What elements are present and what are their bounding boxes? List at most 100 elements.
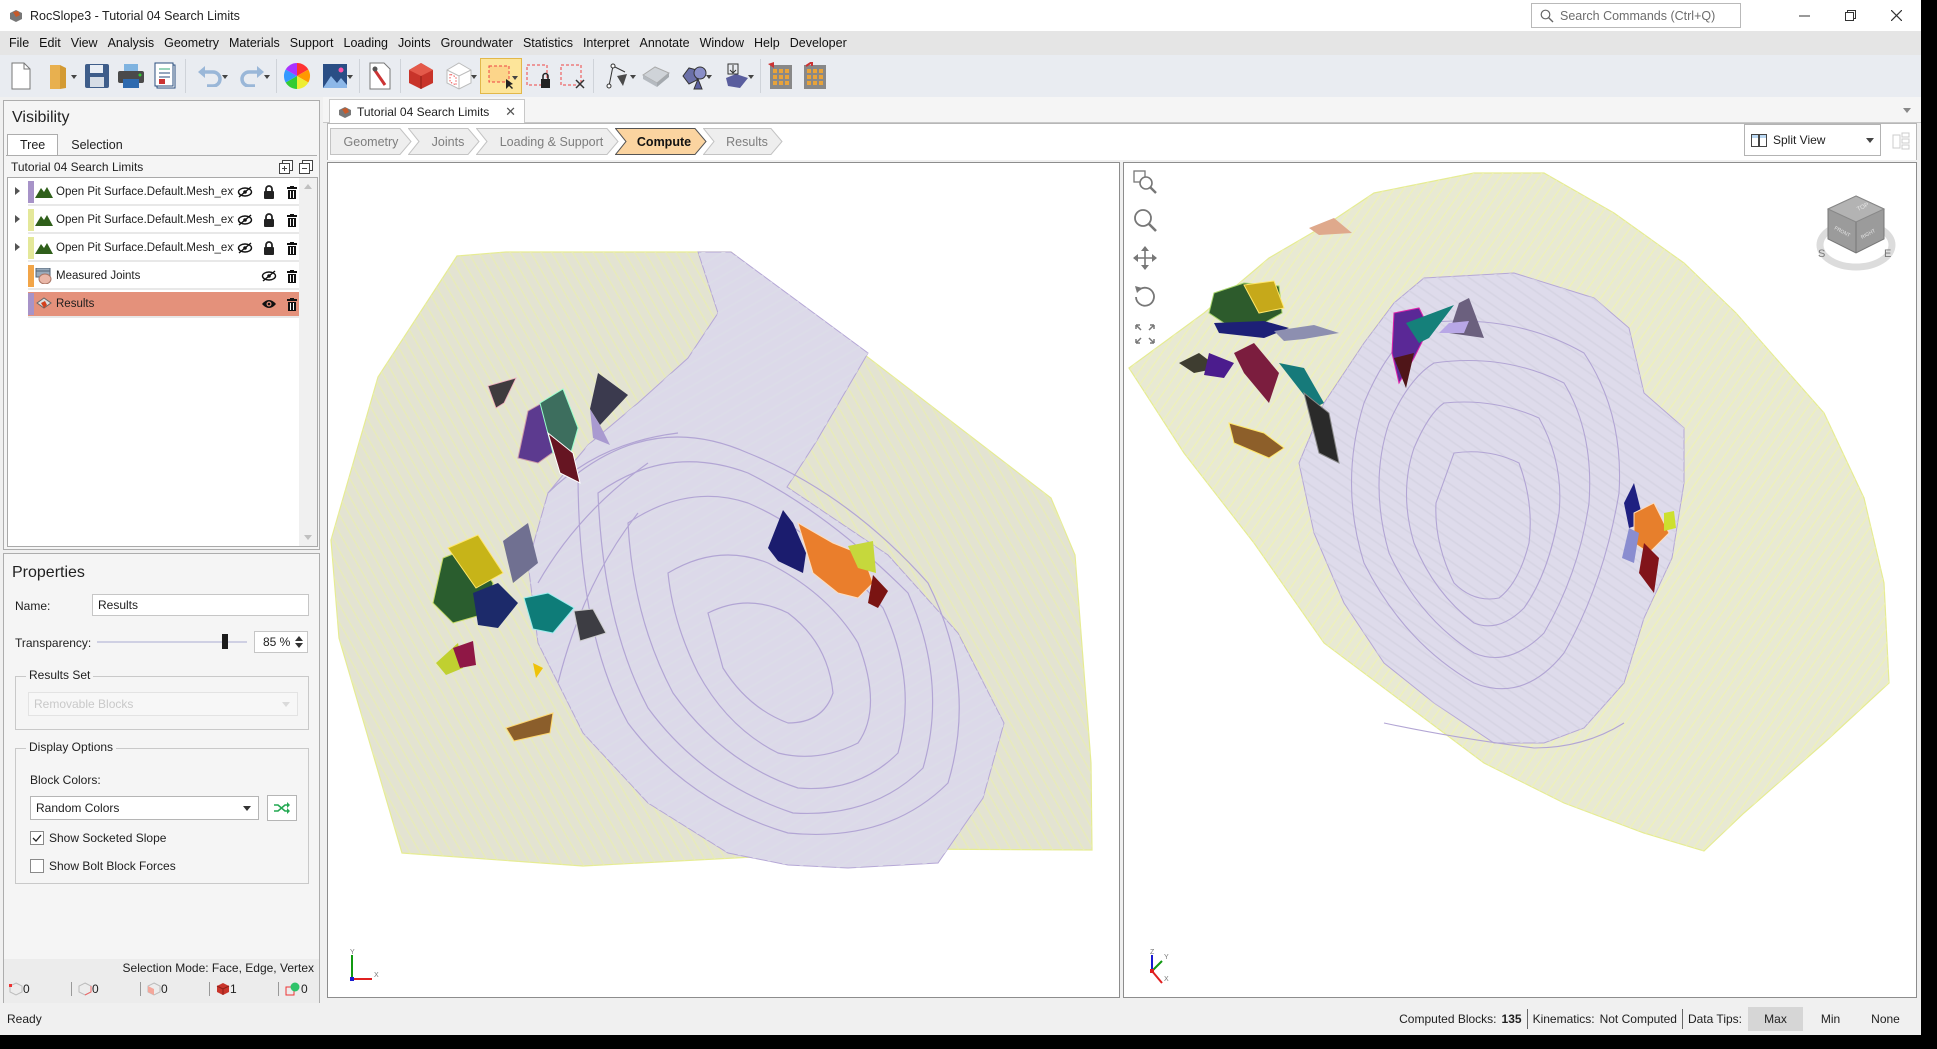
collapse-all-icon[interactable]: [299, 159, 313, 174]
pick-tool-button[interactable]: [597, 58, 639, 94]
select-box-button[interactable]: [480, 58, 522, 94]
visibility-hidden-icon[interactable]: [260, 266, 278, 286]
viewport-plan[interactable]: Y X: [327, 162, 1120, 998]
table-button-2[interactable]: [798, 58, 832, 94]
menu-geometry[interactable]: Geometry: [159, 31, 224, 55]
tab-tree[interactable]: Tree: [7, 134, 59, 155]
tab-selection[interactable]: Selection: [58, 134, 135, 155]
undo-button[interactable]: [189, 58, 231, 94]
minimize-button[interactable]: [1781, 0, 1827, 31]
expand-arrow-icon[interactable]: [15, 187, 20, 195]
rotate-button[interactable]: [1132, 283, 1158, 309]
menu-interpret[interactable]: Interpret: [578, 31, 635, 55]
open-button[interactable]: [38, 58, 80, 94]
show-bolt-forces-checkbox[interactable]: Show Bolt Block Forces: [30, 859, 176, 873]
tree-item[interactable]: Measured Joints: [28, 264, 303, 290]
pan-button[interactable]: [1132, 245, 1158, 271]
menu-statistics[interactable]: Statistics: [518, 31, 578, 55]
menu-window[interactable]: Window: [695, 31, 749, 55]
shuffle-colors-button[interactable]: [267, 795, 297, 821]
import-button[interactable]: [715, 58, 757, 94]
name-input[interactable]: Results: [92, 594, 309, 616]
slider-thumb[interactable]: [221, 634, 228, 649]
report-button[interactable]: [148, 58, 182, 94]
image-export-button[interactable]: [314, 58, 356, 94]
close-tab-icon[interactable]: ✕: [505, 104, 516, 120]
workflow-step-joints[interactable]: Joints: [408, 128, 480, 155]
menu-joints[interactable]: Joints: [393, 31, 436, 55]
visibility-hidden-icon[interactable]: [236, 238, 254, 258]
data-tips-min-button[interactable]: Min: [1803, 1007, 1858, 1031]
spinner-arrows-icon[interactable]: [295, 636, 303, 648]
tree-scrollbar[interactable]: [299, 178, 317, 546]
shapes-button[interactable]: [673, 58, 715, 94]
restore-icon: [1844, 10, 1856, 21]
layout-settings-icon[interactable]: [1892, 132, 1910, 150]
close-button[interactable]: [1873, 0, 1919, 31]
tree-item[interactable]: Open Pit Surface.Default.Mesh_extr: [28, 180, 303, 206]
transparency-spinbox[interactable]: 85 %: [254, 631, 308, 653]
new-file-button[interactable]: [4, 58, 38, 94]
tree-item[interactable]: Open Pit Surface.Default.Mesh_extr: [28, 208, 303, 234]
restore-button[interactable]: [1827, 0, 1873, 31]
lock-icon[interactable]: [260, 238, 278, 258]
expand-arrow-icon[interactable]: [15, 215, 20, 223]
scroll-up-icon[interactable]: [304, 184, 312, 189]
lock-icon[interactable]: [260, 182, 278, 202]
viewport-3d[interactable]: TOP FRONT RIGHT S E Z Y X: [1123, 162, 1917, 998]
view-mode-dropdown[interactable]: Split View: [1744, 124, 1881, 156]
menu-file[interactable]: File: [4, 31, 34, 55]
expand-all-icon[interactable]: [279, 159, 293, 174]
transparency-slider[interactable]: [94, 633, 249, 651]
search-placeholder: Search Commands (Ctrl+Q): [1560, 8, 1716, 23]
print-button[interactable]: [114, 58, 148, 94]
redo-button[interactable]: [231, 58, 273, 94]
visibility-hidden-icon[interactable]: [236, 210, 254, 230]
visibility-hidden-icon[interactable]: [236, 182, 254, 202]
search-commands-input[interactable]: Search Commands (Ctrl+Q): [1531, 3, 1741, 28]
workflow-step-geometry[interactable]: Geometry: [330, 128, 412, 155]
zoom-extents-button[interactable]: [1132, 321, 1158, 347]
view-cube[interactable]: TOP FRONT RIGHT S E: [1814, 191, 1898, 275]
menu-groundwater[interactable]: Groundwater: [436, 31, 518, 55]
block-3d-button[interactable]: [404, 58, 438, 94]
perspective-view-scene: [1128, 172, 1890, 852]
menu-support[interactable]: Support: [285, 31, 339, 55]
expand-arrow-icon[interactable]: [15, 243, 20, 251]
document-tab[interactable]: Tutorial 04 Search Limits ✕: [329, 99, 525, 123]
menu-materials[interactable]: Materials: [224, 31, 285, 55]
shapes-icon: [682, 66, 707, 90]
menu-edit[interactable]: Edit: [34, 31, 66, 55]
color-palette-button[interactable]: [280, 58, 314, 94]
workflow-step-loading-support[interactable]: Loading & Support: [476, 128, 619, 155]
table-button-1[interactable]: [764, 58, 798, 94]
menu-analysis[interactable]: Analysis: [103, 31, 160, 55]
lock-icon[interactable]: [260, 210, 278, 230]
checkbox-box[interactable]: [30, 831, 44, 845]
tab-overflow-icon[interactable]: [1903, 108, 1911, 113]
menu-help[interactable]: Help: [749, 31, 785, 55]
zoom-window-button[interactable]: [1132, 169, 1158, 195]
visibility-visible-icon[interactable]: [260, 294, 278, 314]
deselect-button[interactable]: [556, 58, 590, 94]
workflow-step-results[interactable]: Results: [703, 128, 783, 155]
menu-loading[interactable]: Loading: [339, 31, 394, 55]
edit-document-button[interactable]: [363, 58, 397, 94]
workflow-step-compute[interactable]: Compute: [615, 128, 707, 155]
data-tips-none-button[interactable]: None: [1858, 1007, 1913, 1031]
lock-selection-button[interactable]: [522, 58, 556, 94]
checkbox-box[interactable]: [30, 859, 44, 873]
menu-annotate[interactable]: Annotate: [635, 31, 695, 55]
data-tips-max-button[interactable]: Max: [1748, 1007, 1803, 1031]
menu-view[interactable]: View: [66, 31, 103, 55]
menu-developer[interactable]: Developer: [785, 31, 852, 55]
scroll-down-icon[interactable]: [304, 535, 312, 540]
zoom-button[interactable]: [1132, 207, 1158, 233]
tree-item[interactable]: Open Pit Surface.Default.Mesh_extr: [28, 236, 303, 262]
plane-button[interactable]: [639, 58, 673, 94]
save-button[interactable]: [80, 58, 114, 94]
wireframe-block-button[interactable]: [438, 58, 480, 94]
show-socketed-slope-checkbox[interactable]: Show Socketed Slope: [30, 831, 166, 845]
block-colors-dropdown[interactable]: Random Colors: [30, 796, 259, 820]
tree-item-selected[interactable]: Results: [28, 292, 303, 318]
